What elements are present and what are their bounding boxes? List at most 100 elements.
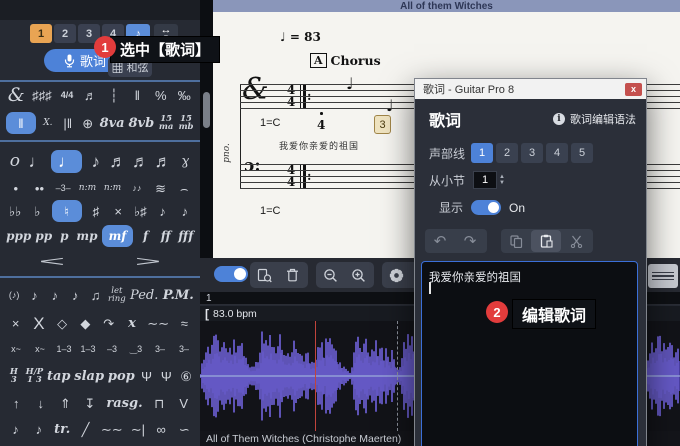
display-toggle[interactable] xyxy=(471,200,501,215)
palette-symbol[interactable]: ◆ xyxy=(77,315,93,331)
palette-symbol[interactable]: ♪ xyxy=(67,287,83,303)
palette-symbol[interactable]: ⇑ xyxy=(57,395,73,411)
palette-symbol[interactable]: 4/4 xyxy=(59,87,75,103)
palette-symbol[interactable]: ‰ xyxy=(176,87,192,103)
palette-symbol[interactable]: ♪ xyxy=(155,203,171,219)
palette-symbol[interactable]: ∼∼ xyxy=(147,315,169,331)
voice-button-1[interactable]: 1 xyxy=(471,143,493,163)
palette-symbol[interactable]: ♩ xyxy=(51,150,82,173)
palette-symbol[interactable]: 15 ma xyxy=(158,115,174,131)
palette-symbol[interactable]: ♫ xyxy=(88,287,104,303)
cut-button[interactable] xyxy=(561,230,591,252)
palette-symbol[interactable]: slap xyxy=(74,368,104,384)
palette-symbol[interactable]: x~ xyxy=(32,341,48,357)
palette-symbol[interactable]: ‖ xyxy=(6,112,36,134)
palette-symbol[interactable]: ◇ xyxy=(54,315,70,331)
palette-symbol[interactable]: ♬ xyxy=(109,153,126,170)
palette-symbol[interactable]: ⌢ xyxy=(176,180,192,196)
palette-symbol[interactable]: ∼| xyxy=(130,421,146,437)
palette-symbol[interactable]: × xyxy=(110,203,126,219)
palette-symbol[interactable]: (♪) xyxy=(6,287,22,303)
palette-symbol[interactable]: ♯ xyxy=(88,203,104,219)
palette-symbol[interactable]: > xyxy=(122,253,173,269)
palette-symbol[interactable]: 3– xyxy=(176,341,192,357)
palette-symbol[interactable]: ppp xyxy=(6,228,31,244)
palette-symbol[interactable]: ♭ xyxy=(29,203,45,219)
redo-button[interactable]: ↷ xyxy=(455,230,485,252)
palette-symbol[interactable]: ♭♭ xyxy=(7,203,23,219)
score-tab-1[interactable]: 1 xyxy=(30,24,52,43)
palette-symbol[interactable]: ‖ xyxy=(129,87,145,103)
palette-symbol[interactable]: n:m xyxy=(79,180,96,196)
palette-symbol[interactable]: Ped. xyxy=(130,287,158,303)
palette-symbol[interactable]: % xyxy=(153,87,169,103)
palette-symbol[interactable]: ♬ xyxy=(132,153,149,170)
palette-symbol[interactable]: ♪ xyxy=(88,153,104,170)
palette-symbol[interactable]: ♮ xyxy=(52,200,82,222)
voice-button-2[interactable]: 2 xyxy=(496,143,518,163)
palette-symbol[interactable]: 8vb xyxy=(129,115,155,131)
palette-symbol[interactable]: ♬ xyxy=(82,87,98,103)
zoom-out-button[interactable] xyxy=(316,262,344,288)
palette-symbol[interactable]: ‿3 xyxy=(128,341,144,357)
palette-symbol[interactable]: let ring xyxy=(108,287,126,303)
palette-symbol[interactable]: ɣ xyxy=(177,153,193,169)
score-scrollbar-thumb[interactable] xyxy=(203,92,210,128)
audio-inspect-button[interactable] xyxy=(250,262,278,288)
voice-button-3[interactable]: 3 xyxy=(521,143,543,163)
palette-symbol[interactable]: rasg. xyxy=(106,395,142,411)
palette-symbol[interactable]: ♪ xyxy=(31,421,47,437)
audio-enable-toggle[interactable] xyxy=(214,266,248,282)
zoom-in-button[interactable] xyxy=(344,262,372,288)
palette-symbol[interactable]: H/P 1 3 xyxy=(26,368,44,384)
palette-symbol[interactable]: x~ xyxy=(8,341,24,357)
palette-symbol[interactable]: ff xyxy=(158,228,174,244)
lyrics-textarea[interactable]: 我爱你亲爱的祖国 xyxy=(421,261,638,446)
palette-symbol[interactable]: ↷ xyxy=(101,315,117,331)
palette-symbol[interactable]: V xyxy=(176,395,192,411)
loop-marker-line[interactable] xyxy=(397,321,398,431)
palette-symbol[interactable]: X. xyxy=(40,115,56,131)
playhead-line[interactable] xyxy=(315,321,316,431)
palette-symbol[interactable]: ⊓ xyxy=(151,395,167,411)
palette-symbol[interactable]: n:m xyxy=(104,180,121,196)
palette-symbol[interactable]: –3 xyxy=(104,341,120,357)
audio-settings-button[interactable] xyxy=(382,262,410,288)
palette-symbol[interactable]: ∼∼ xyxy=(101,421,123,437)
palette-symbol[interactable]: ┆ xyxy=(106,87,122,103)
palette-symbol[interactable]: tr. xyxy=(54,421,70,437)
palette-symbol[interactable]: P.M. xyxy=(163,287,194,303)
palette-symbol[interactable]: tap xyxy=(47,368,71,384)
palette-symbol[interactable]: ∽ xyxy=(176,421,192,437)
palette-symbol[interactable]: f xyxy=(138,228,154,244)
palette-symbol[interactable]: ≋ xyxy=(153,180,169,196)
audio-delete-button[interactable] xyxy=(278,262,306,288)
palette-symbol[interactable]: pp xyxy=(35,228,52,244)
voice-button-5[interactable]: 5 xyxy=(571,143,593,163)
palette-symbol[interactable]: fff xyxy=(178,228,194,244)
spinner-value[interactable]: 1 xyxy=(473,171,497,189)
spinner-down-icon[interactable]: ▼ xyxy=(499,180,505,186)
close-button[interactable]: x xyxy=(625,83,642,96)
palette-symbol[interactable]: –3– xyxy=(55,180,71,196)
palette-symbol[interactable]: ⊕ xyxy=(80,115,96,131)
palette-symbol[interactable]: ↑ xyxy=(8,395,24,411)
palette-symbol[interactable]: ♪ xyxy=(8,421,24,437)
palette-symbol[interactable]: × xyxy=(8,315,24,331)
palette-symbol[interactable]: ↧ xyxy=(82,395,98,411)
palette-symbol[interactable]: • xyxy=(8,180,24,196)
palette-symbol[interactable]: Ψ xyxy=(139,368,155,384)
palette-symbol[interactable]: mf xyxy=(102,225,134,247)
dialog-title-bar[interactable]: 歌词 - Guitar Pro 8 x xyxy=(415,79,646,99)
copy-button[interactable] xyxy=(501,230,531,252)
palette-symbol[interactable]: p xyxy=(56,228,72,244)
palette-symbol[interactable]: pop xyxy=(108,368,135,384)
palette-symbol[interactable]: ♯♯♯ xyxy=(32,87,52,103)
palette-symbol[interactable]: mp xyxy=(76,228,97,244)
palette-symbol[interactable]: 1–3 xyxy=(56,341,72,357)
palette-symbol[interactable]: ⑥ xyxy=(178,368,194,384)
palette-symbol[interactable]: Ψ xyxy=(158,368,174,384)
selected-note-box[interactable]: 3 xyxy=(374,115,391,134)
palette-symbol[interactable]: •• xyxy=(31,180,47,196)
undo-button[interactable]: ↶ xyxy=(425,230,455,252)
